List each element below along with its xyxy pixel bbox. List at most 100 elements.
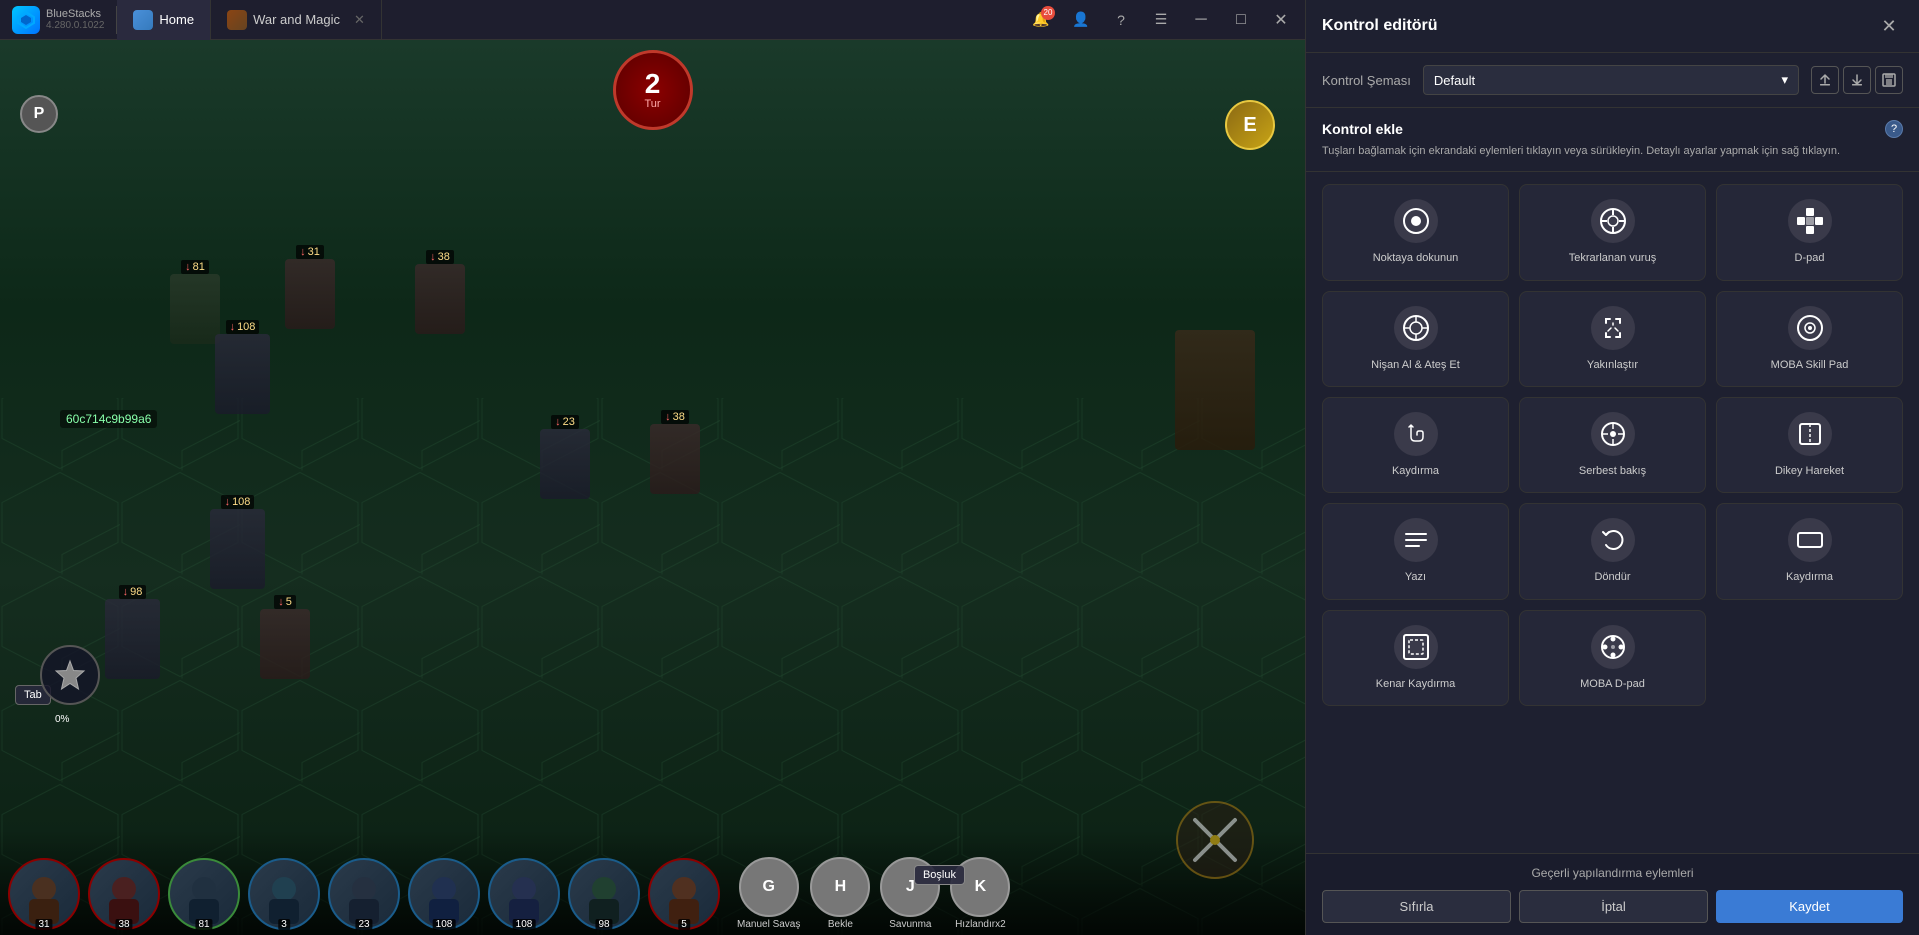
unit-portrait-1[interactable]: 38 [88,858,160,930]
control-item-moba[interactable]: MOBA Skill Pad [1716,291,1903,387]
settings-button[interactable]: ☰ [1145,4,1177,36]
schema-save-button[interactable] [1875,66,1903,94]
home-tab[interactable]: Home [117,0,211,40]
control-panel-title: Kontrol editörü [1322,17,1438,35]
schema-chevron-icon: ▾ [1781,72,1788,88]
freelook-icon [1591,412,1635,456]
bs-version: 4.280.0.1022 [46,20,104,31]
unit-figure-38b: 38 [650,410,700,494]
save-button[interactable]: Kaydet [1716,890,1903,923]
control-item-scroll[interactable]: Kaydırma [1716,503,1903,599]
unit-figure-108a: 108 [215,320,270,414]
turn-label: Tur [644,98,660,110]
profile-button[interactable]: 👤 [1065,4,1097,36]
control-item-dikey[interactable]: Dikey Hareket [1716,397,1903,493]
home-tab-icon [133,10,153,30]
maximize-button[interactable]: □ [1225,4,1257,36]
control-item-dpad[interactable]: D-pad [1716,184,1903,280]
yazi-label: Yazı [1405,570,1426,584]
bluestacks-logo: BlueStacks 4.280.0.1022 [0,6,117,34]
bs-logo-icon [12,6,40,34]
control-item-aim[interactable]: Nişan Al & Ateş Et [1322,291,1509,387]
rotate-icon [1591,518,1635,562]
zoom-icon [1591,306,1635,350]
control-item-swipe[interactable]: Kaydırma [1322,397,1509,493]
star-button[interactable] [40,645,100,705]
action-btn-G[interactable]: G Manuel Savaş [737,857,800,930]
schema-section: Kontrol Şeması Default ▾ [1306,53,1919,108]
p-button[interactable]: P [20,95,58,133]
freelook-label: Serbest bakış [1579,464,1646,478]
action-btn-H[interactable]: H Bekle [810,857,870,930]
swipe-label: Kaydırma [1392,464,1439,478]
unit-figure-23: 23 [540,415,590,499]
add-control-header: Kontrol ekle ? [1322,120,1903,138]
schema-dropdown[interactable]: Default ▾ [1423,65,1799,95]
game-area: 2 Tur P E 60c714c9b99a6 Tab C 0% 81 31 3… [0,40,1305,935]
control-item-repeat-tap[interactable]: Tekrarlanan vuruş [1519,184,1706,280]
control-item-zoom[interactable]: Yakınlaştır [1519,291,1706,387]
unit-portrait-3[interactable]: 3 [248,858,320,930]
mobadpad-icon [1591,625,1635,669]
add-control-title: Kontrol ekle [1322,121,1403,137]
unit-portrait-0[interactable]: 31 [8,858,80,930]
unit-figure-38a: 38 [415,250,465,334]
unit-portrait-6[interactable]: 108 [488,858,560,930]
control-item-mobadpad[interactable]: MOBA D-pad [1519,610,1706,706]
control-item-freelook[interactable]: Serbest bakış [1519,397,1706,493]
game-tab[interactable]: War and Magic ✕ [211,0,382,40]
scroll-icon [1788,518,1832,562]
control-item-tap[interactable]: Noktaya dokunun [1322,184,1509,280]
schema-icons [1811,66,1903,94]
unit-portrait-2[interactable]: 81 [168,858,240,930]
zoom-label: Yakınlaştır [1587,358,1638,372]
moba-icon [1788,306,1832,350]
control-item-rotate[interactable]: Döndür [1519,503,1706,599]
cancel-button[interactable]: İptal [1519,890,1708,923]
e-button[interactable]: E [1225,100,1275,150]
unit-figure-5: 5 [260,595,310,679]
unit-figure-108b: 108 [210,495,265,589]
reset-button[interactable]: Sıfırla [1322,890,1511,923]
star-percentage: 0% [55,714,69,725]
gecerli-label: Geçerli yapılandırma eylemleri [1322,866,1903,880]
schema-selected: Default [1434,73,1475,88]
close-button[interactable]: ✕ [1265,4,1297,36]
game-tab-icon [227,10,247,30]
titlebar: BlueStacks 4.280.0.1022 Home War and Mag… [0,0,1305,40]
dpad-icon [1788,199,1832,243]
unit-portrait-5[interactable]: 108 [408,858,480,930]
unit-portrait-4[interactable]: 23 [328,858,400,930]
bs-logo-text: BlueStacks [46,8,104,20]
unit-figure-81: 81 [170,260,220,344]
unit-figure-31: 31 [285,245,335,329]
tap-icon [1394,199,1438,243]
control-panel: Kontrol editörü ✕ Kontrol Şeması Default… [1305,0,1919,935]
mobadpad-label: MOBA D-pad [1580,677,1645,691]
unit-portraits-row: 31 38 81 3 23 108 [0,857,1019,930]
bottom-bar: 31 38 81 3 23 108 [0,830,1305,935]
close-tab-icon[interactable]: ✕ [354,12,365,28]
help-button[interactable]: ? [1105,4,1137,36]
control-item-edge[interactable]: Kenar Kaydırma [1322,610,1509,706]
add-control-section: Kontrol ekle ? Tuşları bağlamak için ekr… [1306,108,1919,172]
dpad-label: D-pad [1795,251,1825,265]
panel-actions: Geçerli yapılandırma eylemleri Sıfırla İ… [1306,853,1919,935]
tap-label: Noktaya dokunun [1373,251,1459,265]
control-panel-header: Kontrol editörü ✕ [1306,0,1919,53]
turn-indicator: 2 Tur [613,50,693,130]
minimize-button[interactable]: ─ [1185,4,1217,36]
schema-upload-button[interactable] [1811,66,1839,94]
control-panel-close-button[interactable]: ✕ [1875,12,1903,40]
unit-figure-98: 98 [105,585,160,679]
control-item-yazi[interactable]: Yazı [1322,503,1509,599]
notification-button[interactable]: 🔔 20 [1025,4,1057,36]
add-control-info-icon[interactable]: ? [1885,120,1903,138]
unit-portrait-7[interactable]: 98 [568,858,640,930]
aim-icon [1394,306,1438,350]
bosluk-button[interactable]: Boşluk [914,865,965,885]
rotate-label: Döndür [1594,570,1630,584]
schema-download-button[interactable] [1843,66,1871,94]
unit-portrait-8[interactable]: 5 [648,858,720,930]
repeat-tap-icon [1591,199,1635,243]
